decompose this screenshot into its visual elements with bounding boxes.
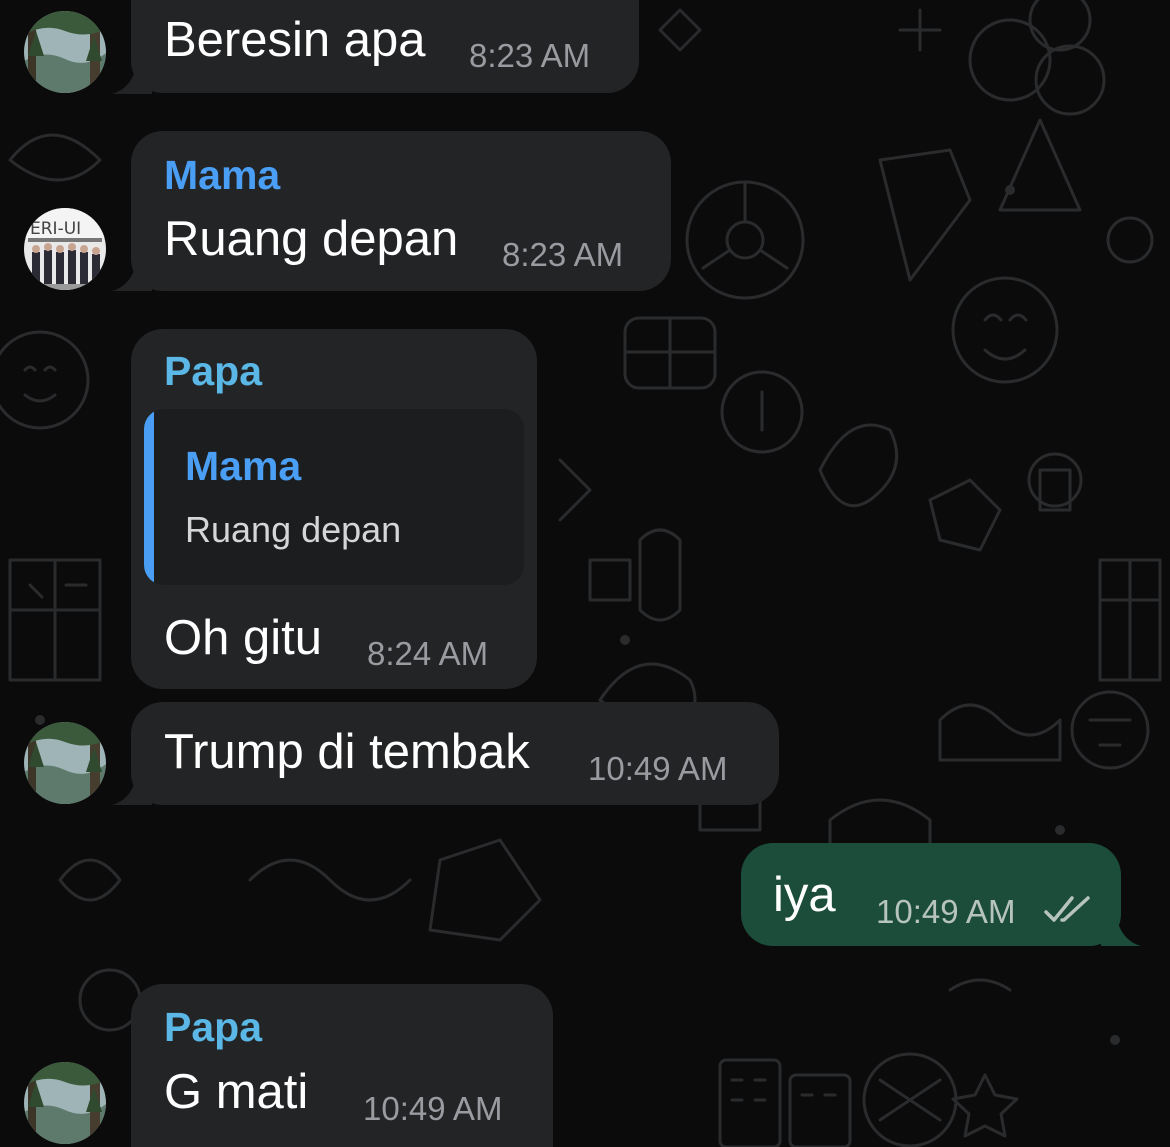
bubble-tail <box>112 58 152 94</box>
quoted-text: Ruang depan <box>185 509 402 550</box>
sender-name-papa[interactable]: Papa <box>164 348 262 395</box>
forest-avatar[interactable] <box>24 1062 106 1144</box>
outgoing-message-bubble[interactable]: iya 10:49 AM <box>741 843 1121 946</box>
message-time: 8:24 AM <box>367 635 489 672</box>
message-text: G mati <box>164 1065 309 1119</box>
message-time: 8:23 AM <box>469 37 591 74</box>
message-time: 10:49 AM <box>588 750 728 787</box>
sender-name-mama[interactable]: Mama <box>164 152 280 199</box>
avatar-caption: ERI-UI <box>30 219 81 239</box>
message-bubble[interactable]: Papa Mama Ruang depan Oh gitu 8:24 AM <box>131 329 537 689</box>
bubble-tail <box>112 769 152 805</box>
quoted-reply[interactable]: Mama Ruang depan <box>144 409 524 585</box>
forest-avatar[interactable] <box>24 11 106 93</box>
forest-photo-icon <box>24 11 106 93</box>
read-double-check-icon <box>1044 896 1090 922</box>
forest-photo-icon <box>24 722 106 804</box>
forest-photo-icon <box>24 1062 106 1144</box>
message-text: Ruang depan <box>164 212 459 266</box>
quote-accent-bar <box>144 409 154 585</box>
forest-avatar[interactable] <box>24 722 106 804</box>
bubble-tail <box>112 255 152 291</box>
message-bubble[interactable]: Mama Ruang depan 8:23 AM <box>131 131 671 291</box>
message-bubble[interactable]: Beresin apa 8:23 AM <box>131 0 639 93</box>
message-time: 8:23 AM <box>502 236 624 273</box>
chat-view: Beresin apa 8:23 AM ERI-UI Mama Ruang de… <box>0 0 1170 1147</box>
group-photo-icon: ERI-UI <box>24 208 106 290</box>
group-photo-avatar[interactable]: ERI-UI <box>24 208 106 290</box>
message-time: 10:49 AM <box>363 1090 503 1127</box>
sender-name-papa[interactable]: Papa <box>164 1004 262 1051</box>
message-text: Trump di tembak <box>164 725 530 779</box>
message-text: iya <box>773 868 836 922</box>
message-time: 10:49 AM <box>876 893 1016 930</box>
message-text: Beresin apa <box>164 13 426 67</box>
bubble-tail <box>1101 910 1141 946</box>
message-bubble[interactable]: Trump di tembak 10:49 AM <box>131 702 779 805</box>
message-bubble[interactable]: Papa G mati 10:49 AM <box>131 984 553 1147</box>
quoted-sender: Mama <box>185 443 302 489</box>
message-text: Oh gitu <box>164 611 322 665</box>
